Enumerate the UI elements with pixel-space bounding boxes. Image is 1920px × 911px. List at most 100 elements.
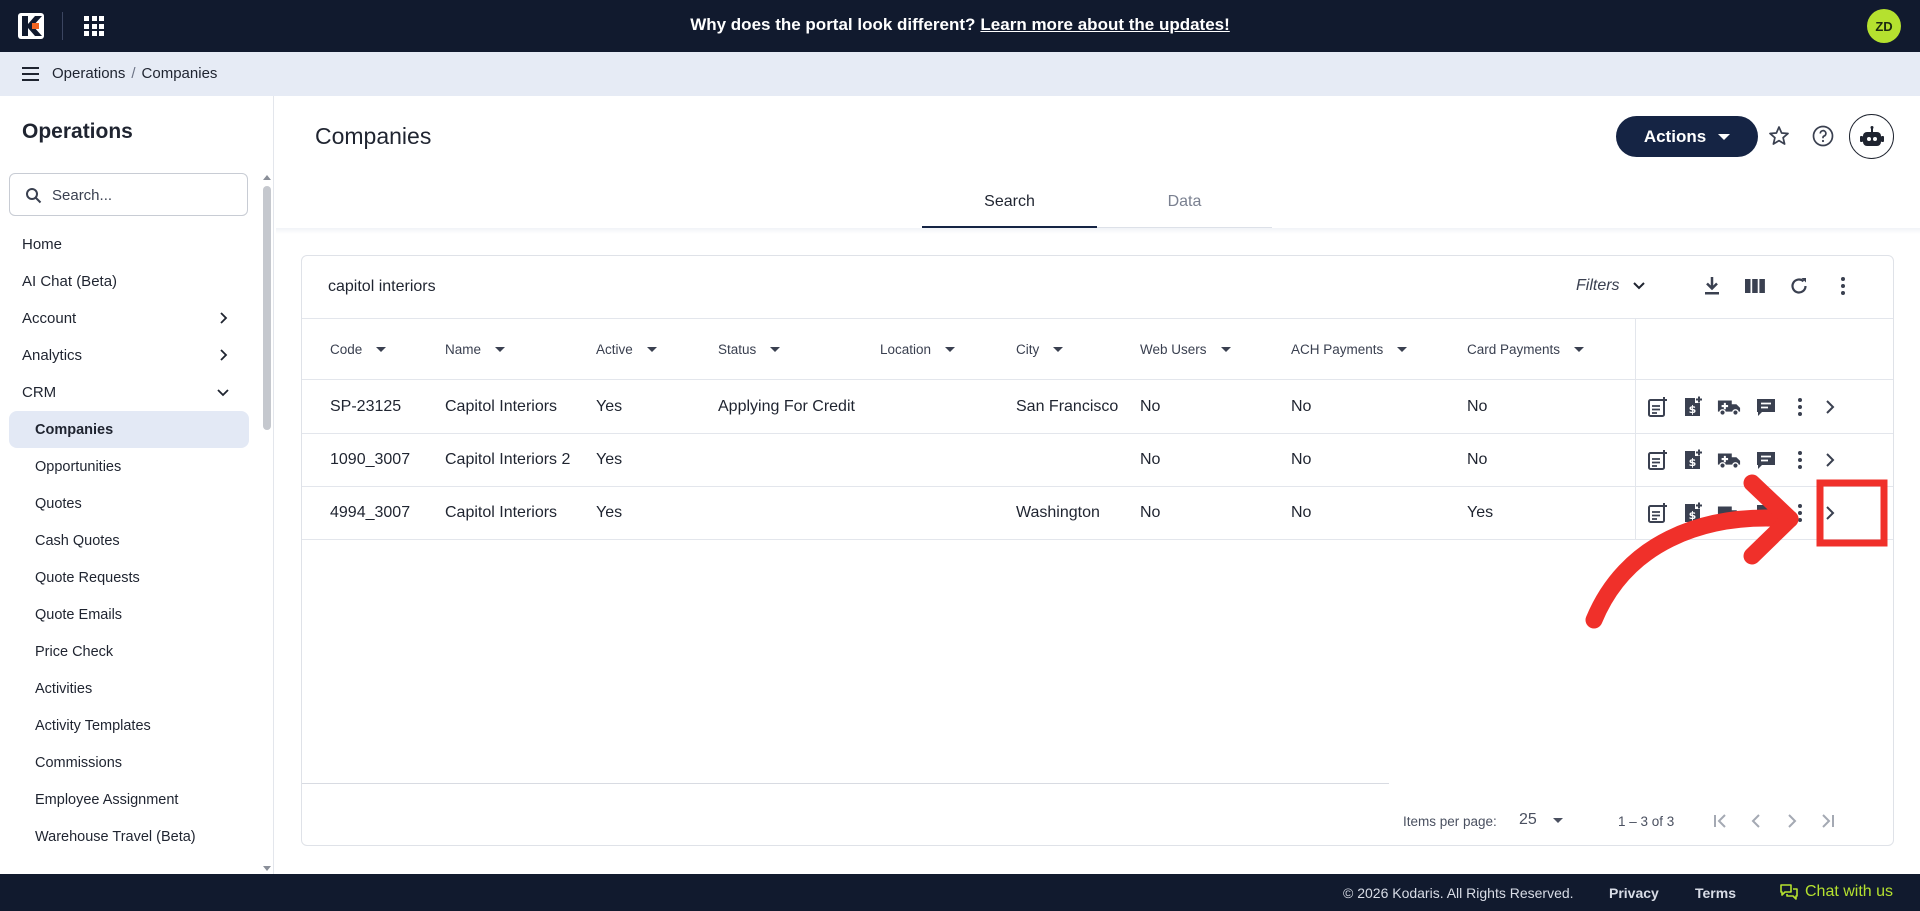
sidebar-item-cash-quotes[interactable]: Cash Quotes — [0, 522, 260, 559]
sidebar-item-commissions[interactable]: Commissions — [0, 744, 260, 781]
avatar[interactable]: ZD — [1867, 9, 1901, 43]
column-label: ACH Payments — [1291, 342, 1384, 357]
new-quote-icon[interactable]: $ — [1681, 448, 1705, 472]
page-size-select[interactable]: 25 — [1519, 811, 1563, 829]
open-details-chevron-icon[interactable] — [1818, 448, 1842, 472]
columns-icon[interactable] — [1742, 273, 1768, 299]
column-header-ach-payments[interactable]: ACH Payments — [1291, 342, 1408, 357]
breadcrumb-parent[interactable]: Operations — [52, 65, 125, 82]
sidebar-item-account[interactable]: Account — [0, 300, 260, 337]
new-quote-icon[interactable]: $ — [1681, 501, 1705, 525]
sidebar-item-employee-assignment[interactable]: Employee Assignment — [0, 781, 260, 818]
learn-more-link[interactable]: Learn more about the updates! — [980, 15, 1229, 34]
last-page-icon[interactable] — [1816, 810, 1838, 832]
sidebar-scrollbar[interactable] — [260, 172, 273, 874]
tab-data[interactable]: Data — [1097, 182, 1272, 228]
tab-search[interactable]: Search — [922, 182, 1097, 228]
column-label: Card Payments — [1467, 342, 1561, 357]
download-icon[interactable] — [1699, 273, 1725, 299]
refresh-icon[interactable] — [1786, 273, 1812, 299]
top-banner: Why does the portal look different? Learn… — [0, 0, 1920, 52]
new-note-icon[interactable] — [1646, 395, 1670, 419]
view-tabs: Search Data — [922, 182, 1272, 228]
sidebar-search-input[interactable] — [52, 184, 237, 206]
column-header-active[interactable]: Active — [596, 342, 657, 357]
new-note-icon[interactable] — [1646, 448, 1670, 472]
sidebar-item-price-check[interactable]: Price Check — [0, 633, 260, 670]
scrollbar-thumb[interactable] — [263, 186, 271, 430]
search-query[interactable]: capitol interiors — [328, 278, 436, 296]
page-title: Companies — [315, 123, 432, 149]
sidebar-item-analytics[interactable]: Analytics — [0, 337, 260, 374]
comment-icon[interactable] — [1754, 395, 1778, 419]
sidebar-item-opportunities[interactable]: Opportunities — [0, 448, 260, 485]
sidebar-item-quotes[interactable]: Quotes — [0, 485, 260, 522]
announcement: Why does the portal look different? Learn… — [0, 15, 1920, 35]
terms-link[interactable]: Terms — [1695, 885, 1736, 901]
cell-card-payments: No — [1467, 451, 1488, 468]
sidebar-item-quote-emails[interactable]: Quote Emails — [0, 596, 260, 633]
shipping-truck-icon[interactable] — [1717, 448, 1741, 472]
comment-icon[interactable] — [1754, 501, 1778, 525]
sort-caret-icon — [646, 347, 657, 352]
sort-caret-icon — [1220, 347, 1231, 352]
cell-web-users: No — [1140, 451, 1161, 468]
new-note-icon[interactable] — [1646, 501, 1670, 525]
row-more-options-icon[interactable] — [1788, 501, 1812, 525]
page-range: 1 – 3 of 3 — [1618, 814, 1675, 829]
sidebar-item-ai-chat[interactable]: AI Chat (Beta) — [0, 263, 260, 300]
more-options-icon[interactable] — [1830, 273, 1856, 299]
previous-page-icon[interactable] — [1745, 810, 1767, 832]
column-header-code[interactable]: Code — [330, 342, 387, 357]
page-size-value: 25 — [1519, 811, 1537, 828]
open-details-chevron-icon[interactable] — [1818, 501, 1842, 525]
menu-icon[interactable] — [22, 67, 39, 81]
sort-caret-icon — [1053, 347, 1064, 352]
filters-dropdown[interactable]: Filters — [1576, 277, 1646, 295]
open-details-chevron-icon[interactable] — [1818, 395, 1842, 419]
chat-with-us-button[interactable]: Chat with us — [1780, 883, 1893, 901]
sidebar-item-companies[interactable]: Companies — [9, 411, 249, 448]
sidebar-item-warehouse-travel[interactable]: Warehouse Travel (Beta) — [0, 818, 260, 855]
cell-active: Yes — [596, 504, 623, 521]
sidebar-search — [9, 173, 248, 216]
column-label: Active — [596, 342, 633, 357]
comment-icon[interactable] — [1754, 448, 1778, 472]
scroll-up-arrow-icon[interactable] — [262, 172, 272, 182]
actions-button[interactable]: Actions — [1616, 116, 1758, 157]
divider — [276, 228, 1920, 234]
favorite-star-icon[interactable] — [1765, 122, 1793, 150]
scroll-down-arrow-icon[interactable] — [262, 864, 272, 874]
column-header-city[interactable]: City — [1016, 342, 1064, 357]
privacy-link[interactable]: Privacy — [1609, 885, 1659, 901]
ai-assistant-bot-icon[interactable] — [1849, 114, 1894, 159]
sidebar-item-quote-requests[interactable]: Quote Requests — [0, 559, 260, 596]
column-label: Code — [330, 342, 363, 357]
table-header: Code Name Active Status Location City We… — [302, 318, 1893, 380]
column-label: City — [1016, 342, 1040, 357]
column-header-card-payments[interactable]: Card Payments — [1467, 342, 1585, 357]
sidebar-item-activity-templates[interactable]: Activity Templates — [0, 707, 260, 744]
row-more-options-icon[interactable] — [1788, 448, 1812, 472]
help-icon[interactable] — [1809, 122, 1837, 150]
first-page-icon[interactable] — [1710, 810, 1732, 832]
chevron-down-icon — [217, 389, 229, 397]
shipping-truck-icon[interactable] — [1717, 501, 1741, 525]
next-page-icon[interactable] — [1781, 810, 1803, 832]
sort-caret-icon — [770, 347, 781, 352]
sidebar-item-home[interactable]: Home — [0, 226, 260, 263]
column-header-name[interactable]: Name — [445, 342, 506, 357]
cell-name: Capitol Interiors — [445, 398, 558, 415]
sidebar-item-crm[interactable]: CRM — [0, 374, 260, 411]
column-header-web-users[interactable]: Web Users — [1140, 342, 1231, 357]
column-header-status[interactable]: Status — [718, 342, 781, 357]
sort-caret-icon — [495, 347, 506, 352]
shipping-truck-icon[interactable] — [1717, 395, 1741, 419]
row-more-options-icon[interactable] — [1788, 395, 1812, 419]
sidebar-item-label: Account — [22, 310, 77, 327]
new-quote-icon[interactable]: $ — [1681, 395, 1705, 419]
chevron-right-icon — [220, 349, 228, 361]
sidebar-item-activities[interactable]: Activities — [0, 670, 260, 707]
column-header-location[interactable]: Location — [880, 342, 956, 357]
horizontal-scrollbar[interactable] — [302, 783, 1389, 784]
